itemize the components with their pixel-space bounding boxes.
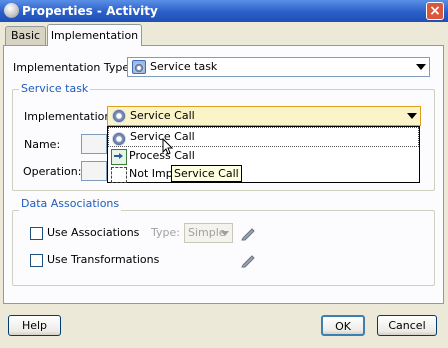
type-select[interactable]: Simple	[184, 223, 233, 243]
implementation-type-select[interactable]: Service task	[127, 57, 430, 77]
close-button[interactable]: ×	[426, 2, 444, 20]
properties-gear-icon	[4, 3, 19, 18]
active-tab-joiner	[48, 45, 141, 46]
use-transformations-label: Use Transformations	[47, 253, 160, 266]
chevron-down-icon	[221, 231, 229, 236]
implementation-select[interactable]: Service Call	[107, 106, 421, 126]
mouse-cursor-icon	[162, 138, 174, 155]
window-title: Properties - Activity	[22, 4, 158, 18]
close-icon: ×	[429, 3, 441, 19]
edit-transformations-pencil-icon[interactable]	[240, 252, 256, 268]
data-associations-group-title: Data Associations	[19, 197, 122, 211]
ok-button[interactable]: OK	[321, 315, 365, 336]
tab-implementation[interactable]: Implementation	[47, 24, 142, 46]
title-bar: Properties - Activity	[0, 0, 448, 22]
dropdown-item-service-call[interactable]: Service Call	[108, 127, 419, 147]
edit-associations-pencil-icon[interactable]	[240, 225, 256, 241]
dropdown-item-not-implemented[interactable]: Not Imple	[108, 165, 419, 183]
name-label: Name:	[24, 138, 61, 151]
tooltip: Service Call	[171, 165, 242, 182]
help-button[interactable]: Help	[8, 315, 61, 336]
service-task-icon	[132, 60, 146, 74]
implementation-label: Implementation:	[24, 110, 116, 123]
cancel-button[interactable]: Cancel	[377, 315, 437, 336]
service-task-group-title: Service task	[19, 82, 91, 96]
implementation-dropdown-list: Service Call Process Call Not Imple	[107, 126, 420, 183]
use-associations-label: Use Associations	[47, 226, 140, 239]
name-field[interactable]	[81, 134, 107, 154]
implementation-type-value: Service task	[150, 60, 218, 73]
tab-implementation-label: Implementation	[50, 29, 139, 42]
tab-basic-label: Basic	[10, 29, 41, 42]
chevron-down-icon	[407, 113, 417, 119]
not-implemented-icon	[111, 167, 127, 183]
service-call-gear-icon	[112, 109, 126, 123]
operation-label: Operation:	[23, 165, 82, 178]
use-associations-checkbox[interactable]	[30, 227, 43, 240]
service-call-gear-icon	[112, 130, 126, 146]
tab-basic[interactable]: Basic	[5, 26, 46, 46]
process-call-icon	[111, 149, 127, 165]
operation-select[interactable]	[81, 161, 107, 181]
dropdown-item-process-call[interactable]: Process Call	[108, 147, 419, 165]
type-label: Type:	[151, 226, 180, 239]
implementation-value: Service Call	[130, 109, 195, 122]
data-associations-group	[12, 210, 435, 286]
chevron-down-icon	[416, 64, 426, 70]
implementation-type-label: Implementation Type:	[13, 61, 133, 74]
use-transformations-checkbox[interactable]	[30, 254, 43, 267]
type-value: Simple	[188, 226, 226, 239]
